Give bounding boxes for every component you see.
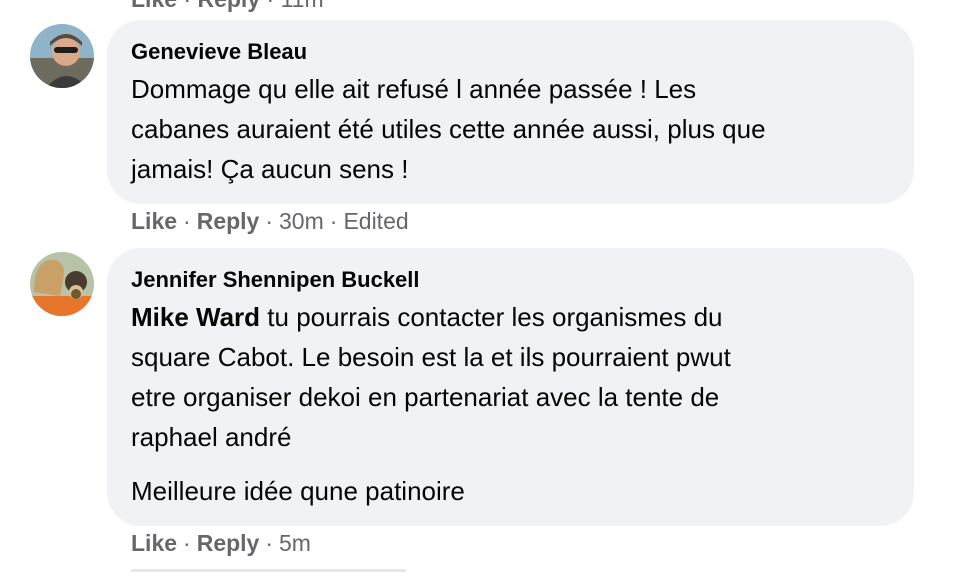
avatar-image bbox=[30, 252, 94, 316]
edited-label[interactable]: Edited bbox=[343, 208, 408, 234]
comment-actions: Like · Reply · 5m bbox=[131, 530, 311, 556]
comment-actions: Like · Reply · 30m · Edited bbox=[131, 208, 409, 234]
comment-bubble: Jennifer Shennipen Buckell Mike Ward tu … bbox=[107, 248, 914, 526]
comment-line: square Cabot. Le besoin est la et ils po… bbox=[131, 342, 731, 372]
reply-button[interactable]: Reply bbox=[197, 530, 260, 556]
comment-author[interactable]: Jennifer Shennipen Buckell bbox=[131, 266, 890, 294]
previous-comment-actions: Like · Reply · 11m bbox=[131, 0, 324, 13]
comment-timestamp[interactable]: 30m bbox=[279, 208, 324, 234]
comment-line: jamais! Ça aucun sens ! bbox=[131, 154, 409, 184]
comment-author[interactable]: Genevieve Bleau bbox=[131, 38, 890, 66]
avatar-jennifer[interactable] bbox=[30, 252, 94, 316]
comment-timestamp[interactable]: 5m bbox=[279, 530, 311, 556]
comment-text: Dommage qu elle ait refusé l année passé… bbox=[131, 69, 890, 189]
reply-button[interactable]: Reply bbox=[197, 0, 260, 12]
comment-line: Dommage qu elle ait refusé l année passé… bbox=[131, 74, 697, 104]
comment-bubble: Genevieve Bleau Dommage qu elle ait refu… bbox=[107, 20, 914, 204]
comment-paragraph: Meilleure idée qune patinoire bbox=[131, 476, 465, 506]
avatar-image bbox=[30, 24, 94, 88]
reply-button[interactable]: Reply bbox=[197, 208, 260, 234]
avatar-genevieve[interactable] bbox=[30, 24, 94, 88]
comment-line: tu pourrais contacter les organismes du bbox=[260, 302, 723, 332]
like-button[interactable]: Like bbox=[131, 0, 177, 12]
comment-line: cabanes auraient été utiles cette année … bbox=[131, 114, 766, 144]
mention-link[interactable]: Mike Ward bbox=[131, 302, 260, 332]
comment-timestamp[interactable]: 11m bbox=[281, 0, 324, 12]
comment-text: Mike Ward tu pourrais contacter les orga… bbox=[131, 297, 890, 457]
comment-line: etre organiser dekoi en partenariat avec… bbox=[131, 382, 720, 412]
like-button[interactable]: Like bbox=[131, 208, 177, 234]
comment-line: raphael andré bbox=[131, 422, 292, 452]
like-button[interactable]: Like bbox=[131, 530, 177, 556]
